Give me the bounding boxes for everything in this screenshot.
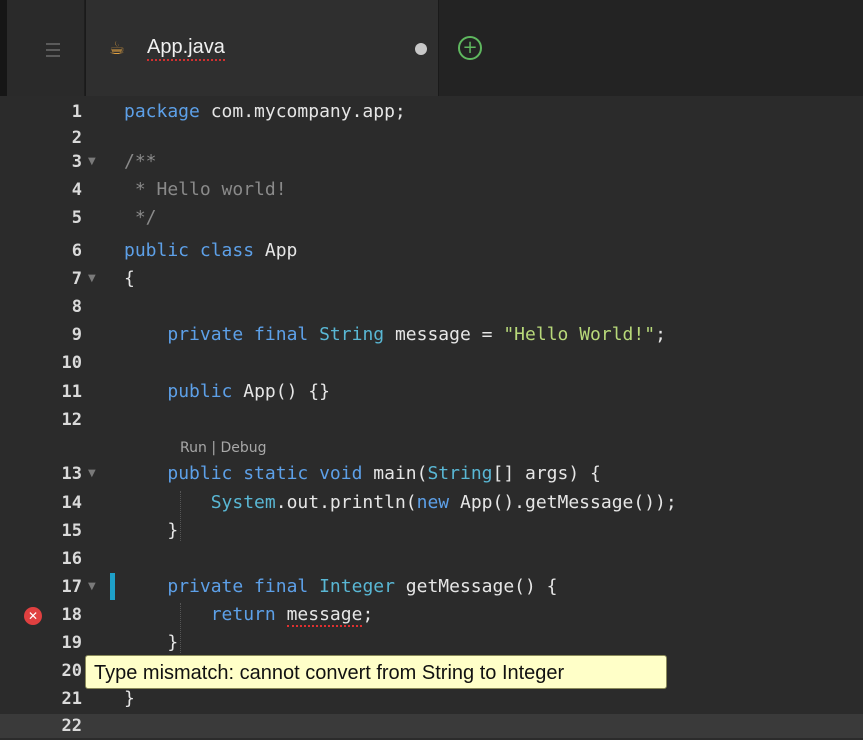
code-text: public App() {} [167, 381, 330, 402]
code-line: 19 } [0, 629, 863, 657]
code-text: public static void main(String[] args) { [167, 463, 601, 484]
line-number: 22 [61, 716, 82, 736]
code-line: 22 [0, 712, 863, 740]
code-line: 14 System.out.println(new App().getMessa… [0, 489, 863, 517]
line-number: 19 [61, 633, 82, 653]
code-text: return message; [210, 604, 374, 627]
code-line: 11 public App() {} [0, 378, 863, 406]
code-text: public class App [124, 240, 298, 261]
line-number: 8 [71, 297, 82, 317]
code-line: 5 */ [0, 204, 863, 232]
indent-guide [180, 491, 181, 541]
line-number: 7 [71, 269, 82, 289]
line-number: 9 [71, 325, 82, 345]
fold-arrow-icon[interactable]: ▼ [88, 265, 96, 293]
fold-arrow-icon[interactable]: ▼ [88, 460, 96, 488]
debug-link[interactable]: Debug [220, 440, 266, 456]
code-editor[interactable]: 1 package com.mycompany.app; 2 3 ▼ /** 4… [0, 96, 863, 738]
codelens-row: Run | Debug [0, 434, 863, 462]
line-number: 3 [71, 152, 82, 172]
tab-bar: ☕ App.java + [0, 0, 863, 96]
tab-label[interactable]: App.java [147, 36, 225, 61]
line-number: 6 [71, 241, 82, 261]
unsaved-indicator-icon[interactable] [415, 43, 427, 55]
code-text: /** [124, 151, 157, 172]
line-number: 15 [61, 521, 82, 541]
line-number: 21 [61, 689, 82, 709]
code-text: package com.mycompany.app; [124, 101, 406, 122]
line-number: 4 [71, 180, 82, 200]
plus-circle-icon[interactable]: + [458, 36, 482, 60]
code-line: 17 ▼ private final Integer getMessage() … [0, 573, 863, 601]
code-text: System.out.println(new App().getMessage(… [210, 492, 677, 513]
hamburger-menu-icon[interactable] [46, 43, 60, 61]
code-line: 12 [0, 406, 863, 434]
code-text: { [124, 268, 135, 289]
tab-app-java[interactable]: ☕ App.java [85, 0, 439, 96]
code-line: 7 ▼ { [0, 265, 863, 293]
code-line: 16 [0, 545, 863, 573]
fold-arrow-icon[interactable]: ▼ [88, 573, 96, 601]
error-tooltip: Type mismatch: cannot convert from Strin… [85, 655, 667, 689]
line-number: 18 [61, 605, 82, 625]
line-number: 14 [61, 493, 82, 513]
line-number: 10 [61, 353, 82, 373]
codelens-separator: | [211, 440, 217, 456]
code-line: 9 private final String message = "Hello … [0, 321, 863, 349]
code-line: 4 * Hello world! [0, 176, 863, 204]
code-line: 8 [0, 293, 863, 321]
code-text: private final Integer getMessage() { [167, 576, 558, 597]
fold-arrow-icon[interactable]: ▼ [88, 148, 96, 176]
left-edge [0, 0, 7, 96]
run-link[interactable]: Run [180, 440, 207, 456]
code-text: } [124, 520, 179, 541]
change-marker [110, 573, 115, 600]
line-number: 5 [71, 208, 82, 228]
code-text: */ [124, 207, 157, 228]
code-line: ✕ 18 return message; [0, 601, 863, 629]
code-line: 1 package com.mycompany.app; [0, 98, 863, 126]
code-line: 10 [0, 349, 863, 377]
code-text: private final String message = "Hello Wo… [167, 324, 666, 345]
error-squiggle[interactable]: message [286, 604, 363, 627]
code-line: 3 ▼ /** [0, 148, 863, 176]
line-number: 16 [61, 549, 82, 569]
indent-guide [180, 603, 181, 653]
java-icon: ☕ [109, 38, 126, 59]
line-number: 12 [61, 410, 82, 430]
code-line: 6 public class App [0, 237, 863, 265]
line-number: 13 [61, 464, 82, 484]
menu-button[interactable] [7, 0, 85, 96]
code-text: * Hello world! [124, 179, 287, 200]
line-number: 11 [61, 382, 82, 402]
code-text: } [124, 632, 179, 653]
line-number: 20 [61, 661, 82, 681]
code-line: 13 ▼ public static void main(String[] ar… [0, 460, 863, 488]
line-number: 17 [61, 577, 82, 597]
code-line: 15 } [0, 517, 863, 545]
codelens: Run | Debug [180, 434, 267, 462]
line-number: 1 [71, 102, 82, 122]
